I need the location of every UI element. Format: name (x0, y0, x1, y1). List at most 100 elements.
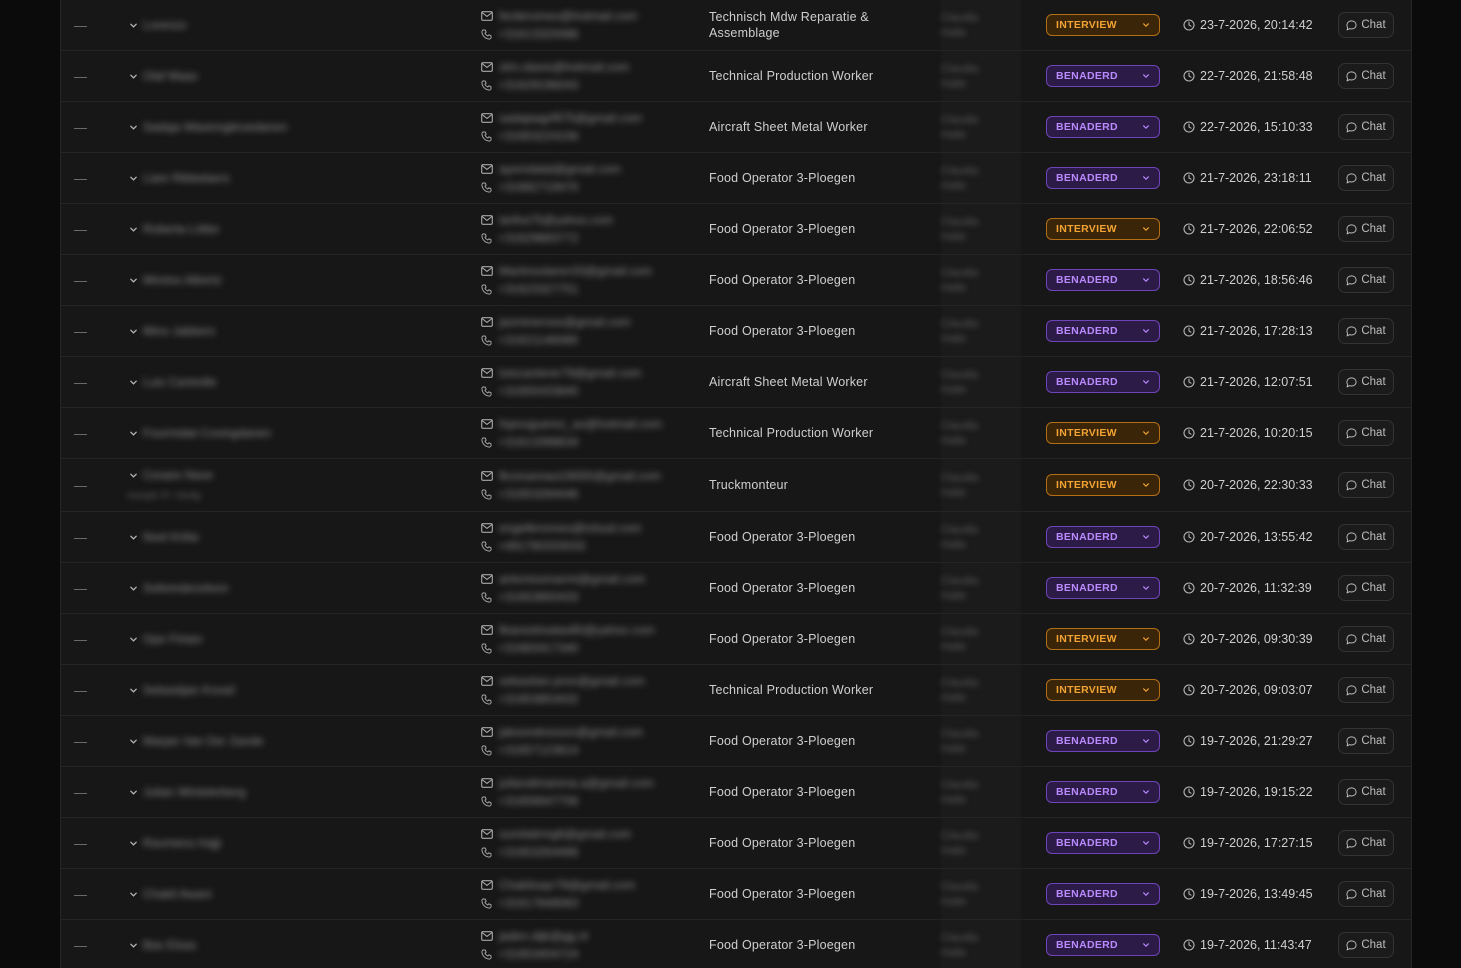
chevron-down-icon[interactable] (129, 102, 141, 152)
table-row[interactable]: — Soliomdeceleon antonioomarmi@gmail.com… (61, 563, 1411, 614)
status-dropdown[interactable]: BENADERD (1046, 730, 1160, 752)
email-line[interactable]: Martinsolaren33@gmail.com (481, 264, 652, 278)
phone-line[interactable]: +31629883772 (481, 231, 578, 245)
status-dropdown[interactable]: BENADERD (1046, 883, 1160, 905)
chat-button[interactable]: Chat (1338, 830, 1394, 856)
table-row[interactable]: — Fourmidat Covingdanen fopnoguerez_ax@h… (61, 408, 1411, 459)
table-row[interactable]: — Luis Cantrelle luiscanterer79@gmail.co… (61, 357, 1411, 408)
table-row[interactable]: — Sadaja Wasinngbroedanen sadajaagrf975@… (61, 102, 1411, 153)
table-row[interactable]: — Ope Fintan fkianedrealas80@yahoo.com +… (61, 614, 1411, 665)
status-dropdown[interactable]: BENADERD (1046, 832, 1160, 854)
chat-button[interactable]: Chat (1338, 267, 1394, 293)
phone-line[interactable]: +31653264466 (481, 845, 578, 859)
email-line[interactable]: fkcesareaui19000@gmail.com (481, 469, 661, 483)
status-dropdown[interactable]: INTERVIEW (1046, 218, 1160, 240)
status-dropdown[interactable]: BENADERD (1046, 320, 1160, 342)
status-dropdown[interactable]: INTERVIEW (1046, 422, 1160, 444)
table-row[interactable]: — Lorenzo ferderomeo@hotmail.com +316133… (61, 0, 1411, 51)
email-line[interactable]: ferderomeo@hotmail.com (481, 9, 637, 23)
status-dropdown[interactable]: INTERVIEW (1046, 14, 1160, 36)
chat-button[interactable]: Chat (1338, 932, 1394, 958)
email-line[interactable]: luiscanterer79@gmail.com (481, 366, 641, 380)
chat-button[interactable]: Chat (1338, 472, 1394, 498)
status-dropdown[interactable]: BENADERD (1046, 526, 1160, 548)
chat-button[interactable]: Chat (1338, 63, 1394, 89)
chevron-down-icon[interactable] (129, 0, 141, 50)
status-dropdown[interactable]: INTERVIEW (1046, 628, 1160, 650)
email-line[interactable]: Chakilsayr78@gmail.com (481, 878, 635, 892)
status-dropdown[interactable]: BENADERD (1046, 577, 1160, 599)
chat-button[interactable]: Chat (1338, 165, 1394, 191)
status-dropdown[interactable]: BENADERD (1046, 934, 1160, 956)
table-row[interactable]: — Liam Ribbelaers ayemdalal@gmail.com +3… (61, 153, 1411, 204)
chevron-down-icon[interactable] (129, 204, 141, 254)
status-dropdown[interactable]: BENADERD (1046, 116, 1160, 138)
table-row[interactable]: — Roberta Lötter lartha75@yahoo.com +316… (61, 204, 1411, 255)
email-line[interactable]: sumitalrmg6@gmail.com (481, 827, 631, 841)
email-line[interactable]: sebastian.pron@gmail.com (481, 674, 645, 688)
chat-button[interactable]: Chat (1338, 114, 1394, 140)
phone-line[interactable]: +31653850433 (481, 590, 578, 604)
phone-line[interactable]: +31623327751 (481, 282, 578, 296)
chevron-down-icon[interactable] (129, 665, 141, 715)
chevron-down-icon[interactable] (129, 614, 141, 664)
phone-line[interactable]: +491760333033 (481, 539, 585, 553)
chevron-down-icon[interactable] (129, 563, 141, 613)
chat-button[interactable]: Chat (1338, 575, 1394, 601)
email-line[interactable]: fopnoguerez_ax@hotmail.com (481, 417, 662, 431)
chevron-down-icon[interactable] (129, 255, 141, 305)
phone-line[interactable]: +31657123614 (481, 743, 578, 757)
chevron-down-icon[interactable] (129, 459, 141, 511)
status-dropdown[interactable]: BENADERD (1046, 65, 1160, 87)
phone-line[interactable]: +31613320086 (481, 27, 578, 41)
email-line[interactable]: antonioomarmi@gmail.com (481, 572, 645, 586)
status-dropdown[interactable]: BENADERD (1046, 269, 1160, 291)
table-row[interactable]: — Cesare Nave fkcesareaui19000@gmail.com… (61, 459, 1411, 512)
email-line[interactable]: jaksondresson@gmail.com (481, 725, 643, 739)
email-line[interactable]: jasminerose@gmail.com (481, 315, 631, 329)
phone-line[interactable]: +31613398634 (481, 435, 578, 449)
table-row[interactable]: — Noel Krifai engelbronnes@icloud.com +4… (61, 512, 1411, 563)
chat-button[interactable]: Chat (1338, 677, 1394, 703)
chevron-down-icon[interactable] (129, 306, 141, 356)
chevron-down-icon[interactable] (129, 357, 141, 407)
chevron-down-icon[interactable] (129, 153, 141, 203)
phone-line[interactable]: +31617848083 (481, 896, 578, 910)
status-dropdown[interactable]: BENADERD (1046, 167, 1160, 189)
chevron-down-icon[interactable] (129, 920, 141, 968)
status-dropdown[interactable]: BENADERD (1046, 371, 1160, 393)
table-row[interactable]: — Chakil Awani Chakilsayr78@gmail.com +3… (61, 869, 1411, 920)
chevron-down-icon[interactable] (129, 512, 141, 562)
chat-button[interactable]: Chat (1338, 420, 1394, 446)
table-row[interactable]: — Olaf Maas olm.olavis@hotmail.com +3162… (61, 51, 1411, 102)
phone-line[interactable]: +31653224156 (481, 129, 578, 143)
table-row[interactable]: — Mirelos Albertz Martinsolaren33@gmail.… (61, 255, 1411, 306)
status-dropdown[interactable]: BENADERD (1046, 781, 1160, 803)
email-line[interactable]: olm.olavis@hotmail.com (481, 60, 629, 74)
phone-line[interactable]: +31653284446 (481, 487, 578, 501)
email-line[interactable]: engelbronnes@icloud.com (481, 521, 641, 535)
phone-line[interactable]: +31629196043 (481, 78, 578, 92)
chat-button[interactable]: Chat (1338, 369, 1394, 395)
table-row[interactable]: — Julian Wintelerberg juliandimarena.a@g… (61, 767, 1411, 818)
phone-line[interactable]: +31653404724 (481, 947, 578, 961)
phone-line[interactable]: +31683417340 (481, 641, 578, 655)
chat-button[interactable]: Chat (1338, 524, 1394, 550)
table-row[interactable]: — Mino Jabbers jasminerose@gmail.com +31… (61, 306, 1411, 357)
phone-line[interactable]: +31653853432 (481, 692, 578, 706)
chat-button[interactable]: Chat (1338, 728, 1394, 754)
chat-button[interactable]: Chat (1338, 626, 1394, 652)
chat-button[interactable]: Chat (1338, 779, 1394, 805)
chat-button[interactable]: Chat (1338, 216, 1394, 242)
email-line[interactable]: sadajaagrf975@gmail.com (481, 111, 642, 125)
email-line[interactable]: lartha75@yahoo.com (481, 213, 613, 227)
chat-button[interactable]: Chat (1338, 881, 1394, 907)
phone-line[interactable]: +31656647706 (481, 794, 578, 808)
chat-button[interactable]: Chat (1338, 12, 1394, 38)
table-row[interactable]: — Bas Elsas jaden.dijk@gg.nl +3165340472… (61, 920, 1411, 968)
email-line[interactable]: fkianedrealas80@yahoo.com (481, 623, 655, 637)
phone-line[interactable]: +31621146089 (481, 333, 578, 347)
email-line[interactable]: juliandimarena.a@gmail.com (481, 776, 654, 790)
chevron-down-icon[interactable] (129, 408, 141, 458)
chevron-down-icon[interactable] (129, 51, 141, 101)
